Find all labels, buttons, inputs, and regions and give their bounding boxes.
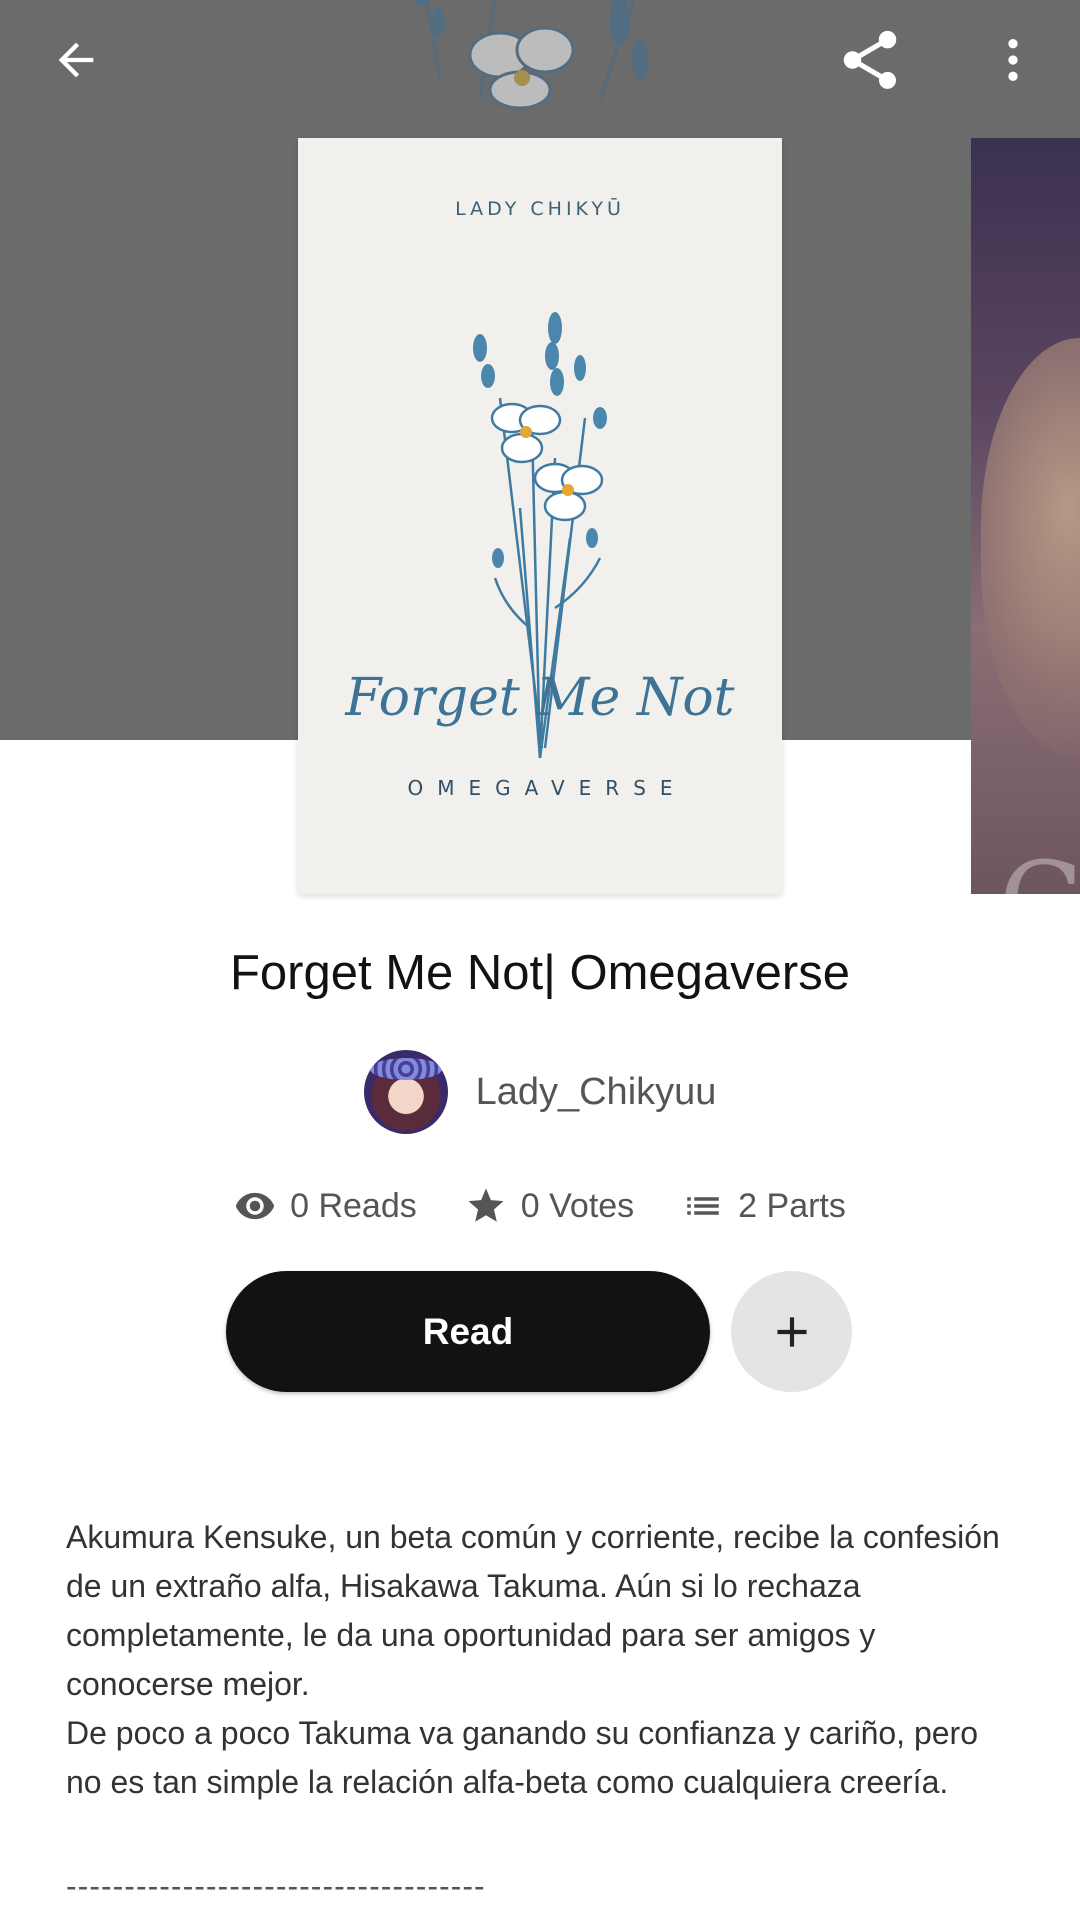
eye-icon xyxy=(235,1192,275,1220)
book-cover[interactable]: LADY CHIKYŪ Forget Me Not OMEGAVERSE xyxy=(298,138,782,894)
next-cover-artwork xyxy=(981,338,1080,758)
back-button[interactable] xyxy=(36,20,116,100)
story-description: Akumura Kensuke, un beta común y corrien… xyxy=(66,1513,1016,1807)
votes-count: 0 Votes xyxy=(520,1186,635,1225)
description-paragraph: De poco a poco Takuma va ganando su conf… xyxy=(66,1715,978,1800)
next-book-cover[interactable]: C xyxy=(971,138,1080,894)
cover-subtitle: OMEGAVERSE xyxy=(407,776,687,800)
stats-row: 0 Reads 0 Votes 2 Parts xyxy=(0,1185,1080,1227)
list-icon xyxy=(687,1197,719,1215)
star-icon xyxy=(468,1188,504,1222)
story-title: Forget Me Not| Omegaverse xyxy=(229,946,850,1000)
avatar[interactable] xyxy=(363,1050,448,1134)
author-row[interactable]: Lady_Chikyuu xyxy=(0,1050,1080,1134)
votes-stat: 0 Votes xyxy=(465,1185,634,1227)
parts-stat[interactable]: 2 Parts xyxy=(682,1185,846,1227)
avatar-flower-crown xyxy=(369,1058,442,1080)
description-divider: ------------------------------------ xyxy=(66,1868,486,1904)
share-button[interactable] xyxy=(830,20,910,100)
cover-title: Forget Me Not xyxy=(345,668,735,728)
plus-icon xyxy=(776,1316,807,1347)
reads-count: 0 Reads xyxy=(290,1186,417,1225)
reads-stat: 0 Reads xyxy=(234,1185,417,1227)
more-vertical-icon xyxy=(1008,39,1018,81)
description-paragraph: Akumura Kensuke, un beta común y corrien… xyxy=(66,1519,1000,1702)
share-icon xyxy=(843,30,897,89)
more-options-button[interactable] xyxy=(973,20,1053,100)
add-to-library-button[interactable] xyxy=(731,1271,852,1392)
author-name[interactable]: Lady_Chikyuu xyxy=(476,1071,717,1114)
blurred-flower-illustration xyxy=(413,0,648,110)
next-cover-letter: C xyxy=(999,838,1080,894)
parts-count: 2 Parts xyxy=(738,1186,846,1225)
cover-author: LADY CHIKYŪ xyxy=(455,198,625,220)
read-button[interactable]: Read xyxy=(226,1271,710,1392)
arrow-left-icon xyxy=(58,42,94,78)
